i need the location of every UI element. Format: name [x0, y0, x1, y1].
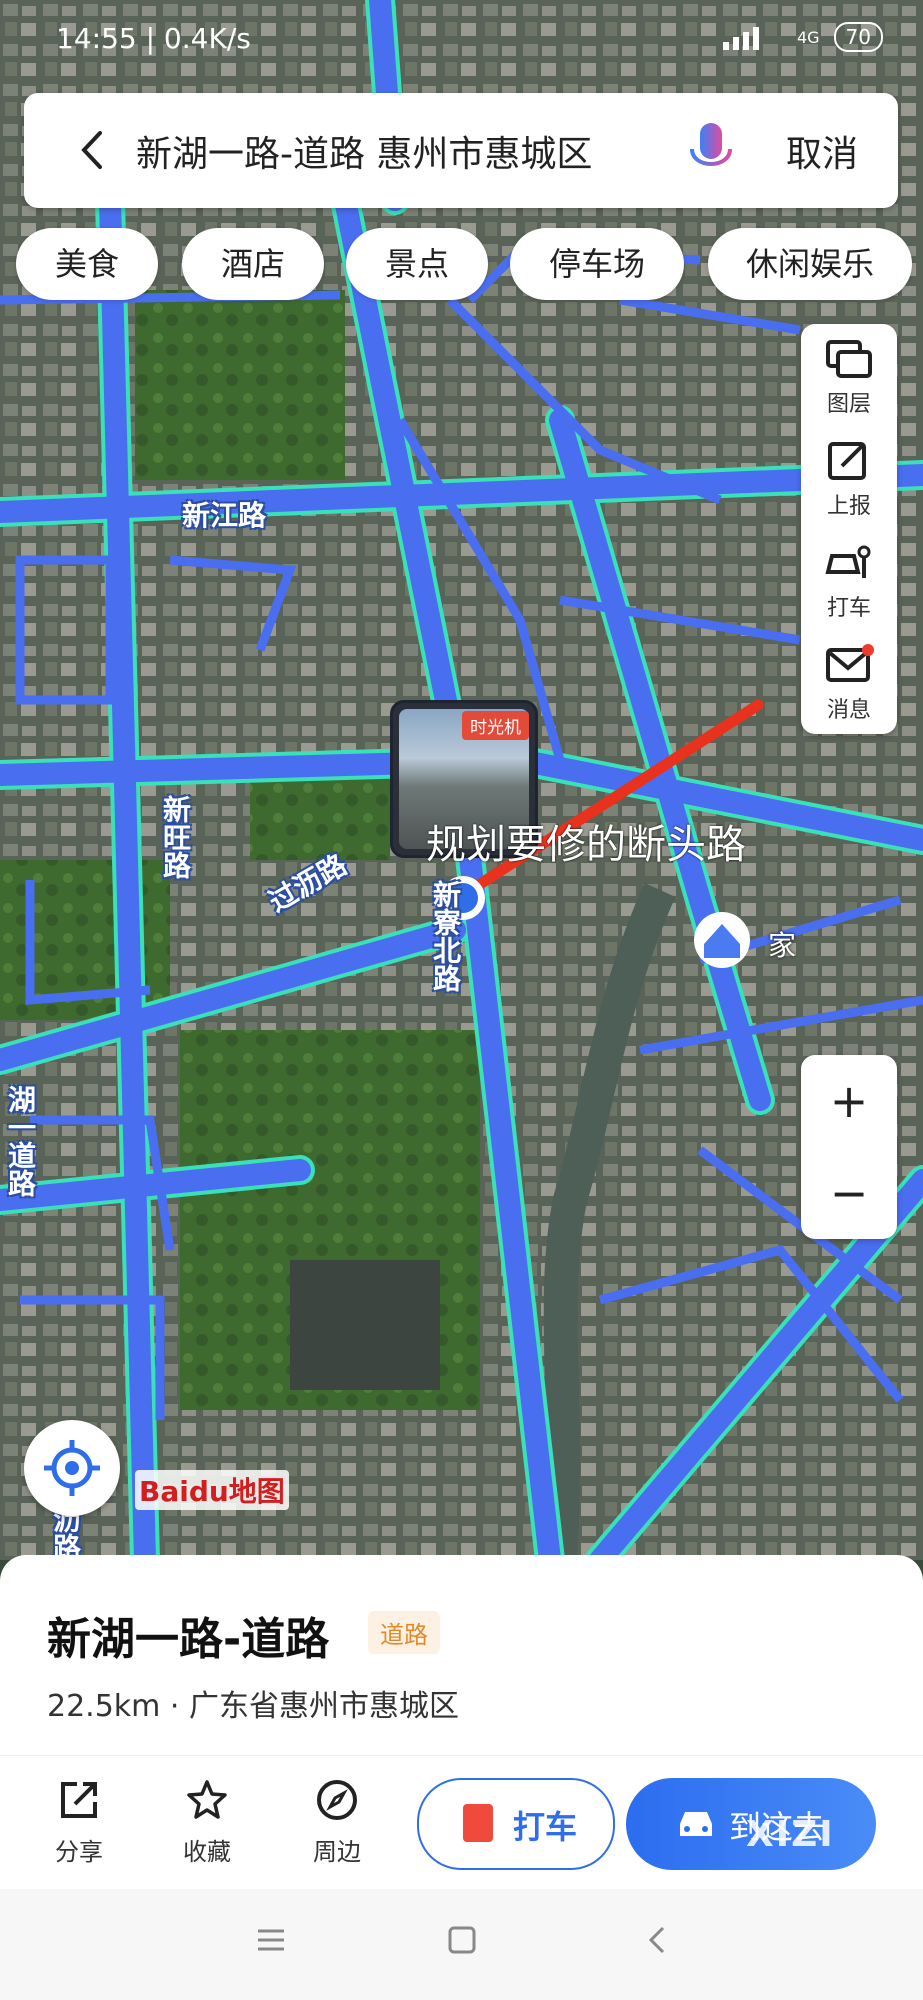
taxi-label: 打车	[513, 1808, 578, 1846]
message-icon	[826, 644, 874, 682]
status-time: 14:55 | 0.4K/s	[56, 22, 251, 55]
zoom-out-button[interactable]: −	[801, 1147, 897, 1239]
category-chips: 美食 酒店 景点 停车场 休闲娱乐	[16, 228, 916, 300]
locate-button[interactable]	[24, 1420, 120, 1516]
signal-icon	[722, 27, 759, 50]
status-bar: 14:55 | 0.4K/s 4G 70	[0, 0, 923, 80]
network-type: 4G	[796, 27, 820, 47]
zoom-controls: + −	[801, 1055, 897, 1239]
chip-leisure[interactable]: 休闲娱乐	[708, 228, 912, 300]
favorite-button[interactable]: 收藏	[162, 1778, 252, 1867]
menu-icon[interactable]	[256, 1925, 286, 1955]
taxi-button[interactable]: 打车	[417, 1778, 615, 1870]
chip-food[interactable]: 美食	[16, 228, 158, 300]
road-label: 湖一道路	[4, 1085, 37, 1197]
compass-icon	[317, 1780, 357, 1820]
back-icon[interactable]	[643, 1925, 673, 1955]
tool-label: 图层	[826, 392, 871, 417]
tool-message[interactable]: 消息	[801, 630, 897, 730]
home-icon[interactable]	[447, 1925, 477, 1955]
map-tools-panel: 图层 上报 打车 消息	[801, 324, 897, 734]
map-annotation: 规划要修的断头路	[426, 822, 746, 868]
nearby-button[interactable]: 周边	[292, 1778, 382, 1867]
locate-icon	[44, 1440, 100, 1496]
taxi-icon	[825, 545, 871, 578]
place-subtitle: 22.5km · 广东省惠州市惠城区	[47, 1689, 460, 1724]
star-icon	[187, 1780, 227, 1819]
place-type-tag: 道路	[368, 1611, 440, 1654]
layers-icon	[826, 340, 872, 378]
tool-layers[interactable]: 图层	[801, 324, 897, 424]
time-machine-badge: 时光机	[462, 711, 529, 740]
home-marker-icon	[694, 912, 750, 968]
tool-label: 上报	[826, 494, 871, 519]
place-title: 新湖一路-道路	[47, 1614, 330, 1665]
share-label: 分享	[55, 1838, 103, 1866]
red-envelope-icon	[463, 1804, 493, 1842]
back-arrow-icon[interactable]	[68, 123, 118, 177]
cancel-button[interactable]: 取消	[786, 125, 858, 177]
share-icon	[61, 1782, 97, 1818]
road-label: 新旺路	[159, 795, 192, 879]
chip-parking[interactable]: 停车场	[510, 228, 684, 300]
road-label: 新寮北路	[429, 880, 462, 992]
road-label: 新江路	[182, 499, 267, 532]
car-icon	[680, 1812, 712, 1836]
home-label[interactable]: 家	[768, 924, 796, 964]
share-button[interactable]: 分享	[34, 1778, 124, 1867]
baidu-map-logo: Baidu地图	[135, 1470, 289, 1510]
system-nav-bar	[0, 1889, 923, 2000]
tool-label: 消息	[826, 698, 871, 723]
nearby-label: 周边	[313, 1838, 361, 1866]
tool-taxi[interactable]: 打车	[801, 528, 897, 628]
report-icon	[828, 442, 866, 480]
zoom-in-button[interactable]: +	[801, 1055, 897, 1147]
search-query[interactable]: 新湖一路-道路 惠州市惠城区	[136, 125, 592, 177]
search-bar[interactable]: 新湖一路-道路 惠州市惠城区 取消	[24, 93, 898, 208]
chip-hotel[interactable]: 酒店	[182, 228, 324, 300]
watermark: XIZI	[746, 1814, 835, 1855]
tool-report[interactable]: 上报	[801, 426, 897, 526]
tool-label: 打车	[826, 596, 871, 621]
battery-indicator: 70	[833, 22, 883, 52]
favorite-label: 收藏	[183, 1838, 231, 1866]
microphone-icon[interactable]	[684, 119, 738, 183]
chip-scenic[interactable]: 景点	[346, 228, 488, 300]
